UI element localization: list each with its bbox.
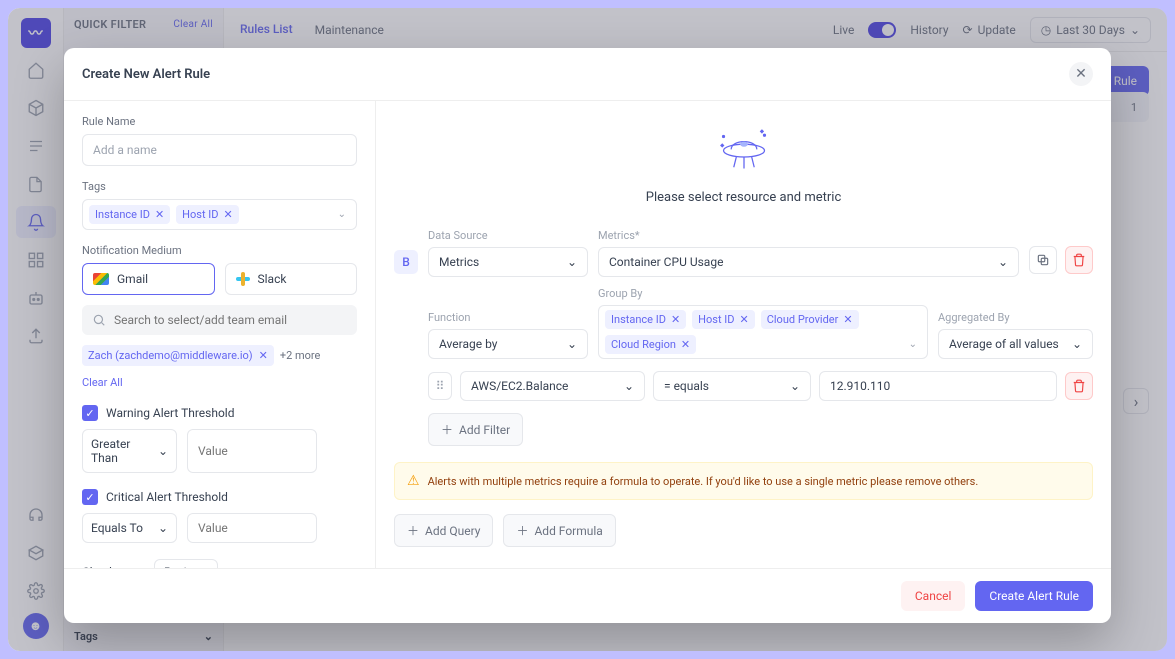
remove-tag-icon[interactable]: ✕ xyxy=(681,338,690,351)
tags-label: Tags xyxy=(82,180,357,193)
filter-field-select[interactable]: AWS/EC2.Balance⌄ xyxy=(460,371,645,401)
data-source-label: Data Source xyxy=(428,229,588,242)
function-select[interactable]: Average by⌄ xyxy=(428,329,588,359)
chevron-down-icon: ⌄ xyxy=(998,255,1008,269)
warning-threshold-checkbox[interactable]: ✓ xyxy=(82,405,98,421)
cancel-button[interactable]: Cancel xyxy=(901,581,966,611)
drag-handle[interactable]: ⠿ xyxy=(428,372,452,400)
chevron-down-icon: ⌄ xyxy=(624,379,634,393)
filter-operator-select[interactable]: = equals⌄ xyxy=(653,371,811,401)
critical-threshold-checkbox[interactable]: ✓ xyxy=(82,489,98,505)
clear-all-emails[interactable]: Clear All xyxy=(82,376,123,389)
chevron-down-icon: ⌄ xyxy=(567,255,577,269)
aggregated-by-select[interactable]: Average of all values⌄ xyxy=(938,329,1093,359)
delete-query-button[interactable] xyxy=(1065,246,1093,274)
placeholder-text: Please select resource and metric xyxy=(646,190,842,205)
chevron-down-icon: ⌄ xyxy=(338,209,350,220)
chevron-down-icon: ⌄ xyxy=(158,444,168,458)
plus-icon: ＋ xyxy=(516,522,528,539)
copy-query-button[interactable] xyxy=(1029,246,1057,274)
tag-chip-host-id[interactable]: Host ID✕ xyxy=(176,205,239,224)
critical-threshold-label: Critical Alert Threshold xyxy=(106,490,228,504)
chevron-down-icon: ⌄ xyxy=(158,521,168,535)
metrics-label: Metrics* xyxy=(598,229,1019,242)
add-formula-button[interactable]: ＋Add Formula xyxy=(503,514,615,547)
query-letter-badge: B xyxy=(394,250,418,274)
create-alert-rule-button[interactable]: Create Alert Rule xyxy=(975,581,1093,611)
modal-title: Create New Alert Rule xyxy=(82,67,210,82)
notification-slack[interactable]: Slack xyxy=(225,263,358,295)
tag-chip-instance-id[interactable]: Instance ID✕ xyxy=(89,205,170,224)
remove-email-icon[interactable]: ✕ xyxy=(259,349,268,362)
add-query-button[interactable]: ＋Add Query xyxy=(394,514,493,547)
create-alert-modal: Create New Alert Rule ✕ Rule Name Tags I… xyxy=(64,48,1111,623)
group-tag[interactable]: Cloud Provider✕ xyxy=(761,310,859,329)
email-chip[interactable]: Zach (zachdemo@middleware.io)✕ xyxy=(82,345,274,366)
warning-threshold-label: Warning Alert Threshold xyxy=(106,406,235,420)
team-email-input[interactable] xyxy=(114,313,347,327)
group-tag[interactable]: Cloud Region✕ xyxy=(605,335,696,354)
metrics-select[interactable]: Container CPU Usage⌄ xyxy=(598,247,1019,277)
group-tag[interactable]: Host ID✕ xyxy=(692,310,755,329)
function-label: Function xyxy=(428,311,588,324)
chevron-down-icon: ⌄ xyxy=(909,339,921,350)
ufo-icon xyxy=(712,125,776,176)
notification-medium-label: Notification Medium xyxy=(82,244,357,257)
chevron-down-icon: ⌄ xyxy=(567,337,577,351)
group-tag[interactable]: Instance ID✕ xyxy=(605,310,686,329)
aggregated-by-label: Aggregated By xyxy=(938,311,1093,324)
remove-tag-icon[interactable]: ✕ xyxy=(155,208,164,221)
remove-tag-icon[interactable]: ✕ xyxy=(843,313,852,326)
critical-value-input[interactable] xyxy=(187,513,317,543)
gmail-icon xyxy=(93,273,109,285)
check-every-select[interactable]: 5 min⌄ xyxy=(154,559,218,568)
modal-close-button[interactable]: ✕ xyxy=(1069,62,1093,86)
filter-value-input[interactable]: 12.910.110 xyxy=(819,371,1057,401)
warning-text: Alerts with multiple metrics require a f… xyxy=(428,475,979,488)
email-more-count[interactable]: +2 more xyxy=(280,349,321,362)
warning-operator-select[interactable]: Greater Than⌄ xyxy=(82,429,177,473)
group-by-label: Group By xyxy=(598,287,928,300)
chevron-down-icon: ⌄ xyxy=(790,379,800,393)
resource-placeholder: Please select resource and metric xyxy=(394,115,1093,229)
data-source-select[interactable]: Metrics⌄ xyxy=(428,247,588,277)
tags-selector[interactable]: Instance ID✕ Host ID✕ ⌄ xyxy=(82,199,357,230)
formula-warning-banner: ⚠ Alerts with multiple metrics require a… xyxy=(394,462,1093,500)
plus-icon: ＋ xyxy=(441,421,453,438)
plus-icon: ＋ xyxy=(407,522,419,539)
remove-tag-icon[interactable]: ✕ xyxy=(671,313,680,326)
remove-tag-icon[interactable]: ✕ xyxy=(224,208,233,221)
chevron-down-icon: ⌄ xyxy=(1072,337,1082,351)
team-email-search[interactable] xyxy=(82,305,357,335)
delete-filter-button[interactable] xyxy=(1065,372,1093,400)
remove-tag-icon[interactable]: ✕ xyxy=(740,313,749,326)
critical-operator-select[interactable]: Equals To⌄ xyxy=(82,513,177,543)
search-icon xyxy=(92,313,106,327)
modal-right-panel: Please select resource and metric B Data… xyxy=(376,101,1111,568)
rule-name-input[interactable] xyxy=(82,134,357,166)
warning-value-input[interactable] xyxy=(187,429,317,473)
warning-icon: ⚠ xyxy=(407,473,420,489)
notification-gmail[interactable]: Gmail xyxy=(82,263,215,295)
modal-left-panel: Rule Name Tags Instance ID✕ Host ID✕ ⌄ N… xyxy=(64,101,376,568)
rule-name-label: Rule Name xyxy=(82,115,357,128)
add-filter-button[interactable]: ＋Add Filter xyxy=(428,413,523,446)
group-by-select[interactable]: Instance ID✕ Host ID✕ Cloud Provider✕ Cl… xyxy=(598,305,928,359)
close-icon: ✕ xyxy=(1075,66,1087,82)
slack-icon xyxy=(236,272,250,286)
